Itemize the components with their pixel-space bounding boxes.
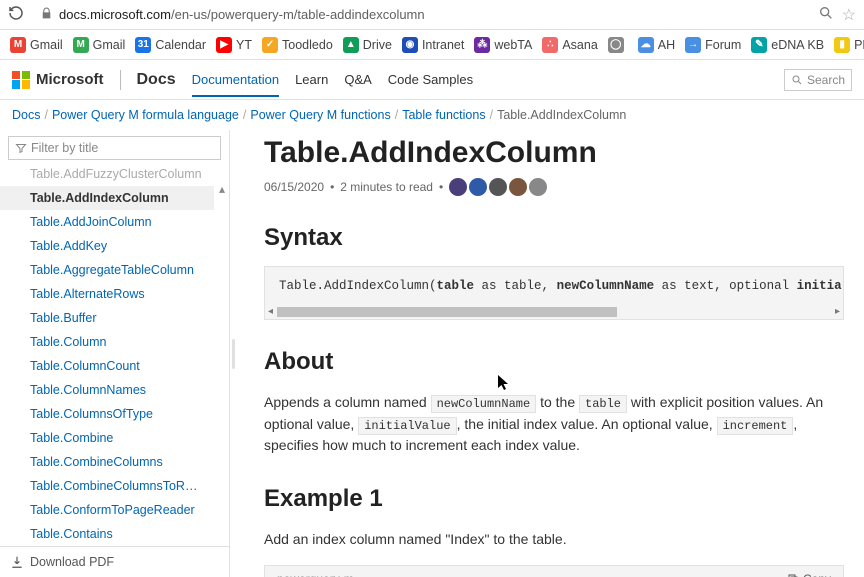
browser-toolbar: docs.microsoft.com/en-us/powerquery-m/ta…: [0, 0, 864, 30]
nav-link[interactable]: Code Samples: [388, 72, 473, 87]
bookmark-item[interactable]: ☁AH: [638, 37, 675, 53]
sidebar-item[interactable]: Table.AggregateTableColumn: [0, 258, 214, 282]
bookmark-item[interactable]: MGmail: [73, 37, 126, 53]
reload-icon[interactable]: [8, 5, 24, 24]
docs-label[interactable]: Docs: [137, 71, 176, 89]
bookmark-item[interactable]: ✎eDNA KB: [751, 37, 824, 53]
avatar[interactable]: [469, 178, 487, 196]
divider: [120, 70, 121, 90]
url-text: docs.microsoft.com/en-us/powerquery-m/ta…: [59, 7, 425, 22]
bookmark-item[interactable]: →Forum: [685, 37, 741, 53]
copy-button[interactable]: Copy: [787, 572, 831, 577]
sidebar-item[interactable]: Table.Contains: [0, 522, 214, 546]
bookmark-item[interactable]: ▲Drive: [343, 37, 392, 53]
avatar[interactable]: [529, 178, 547, 196]
address-bar[interactable]: docs.microsoft.com/en-us/powerquery-m/ta…: [32, 4, 810, 26]
bookmark-item[interactable]: MGmail: [10, 37, 63, 53]
nav-link[interactable]: Learn: [295, 72, 328, 87]
sidebar-item[interactable]: Table.AddKey: [0, 234, 214, 258]
nav-link[interactable]: Documentation: [192, 72, 279, 97]
bookmark-item[interactable]: ✓Toodledo: [262, 37, 333, 53]
article-content: Table.AddIndexColumn 06/15/2020 • 2 minu…: [236, 130, 864, 577]
sidebar-item[interactable]: Table.CombineColumns: [0, 450, 214, 474]
sidebar-item[interactable]: Table.Combine: [0, 426, 214, 450]
contributors[interactable]: [449, 178, 547, 196]
page-title: Table.AddIndexColumn: [264, 136, 844, 170]
syntax-code-block: Table.AddIndexColumn(table as table, new…: [264, 266, 844, 320]
breadcrumb-link[interactable]: Table functions: [402, 108, 485, 122]
sidebar-item[interactable]: Table.ColumnNames: [0, 378, 214, 402]
sidebar-item[interactable]: Table.AlternateRows: [0, 282, 214, 306]
scrollbar-thumb[interactable]: [277, 307, 617, 317]
breadcrumb-link[interactable]: Power Query M formula language: [52, 108, 239, 122]
avatar[interactable]: [509, 178, 527, 196]
lock-icon: [40, 7, 53, 23]
breadcrumb-link[interactable]: Docs: [12, 108, 40, 122]
breadcrumb-current: Table.AddIndexColumn: [497, 108, 626, 122]
bookmark-item[interactable]: ⁂webTA: [474, 37, 532, 53]
sidebar-item[interactable]: Table.ColumnCount: [0, 354, 214, 378]
bookmark-item[interactable]: ▶YT: [216, 37, 252, 53]
ms-brand-text: Microsoft: [36, 71, 104, 88]
sidebar-item[interactable]: Table.Buffer: [0, 306, 214, 330]
avatar[interactable]: [489, 178, 507, 196]
ms-logo[interactable]: Microsoft: [12, 71, 104, 89]
example1-code-block: powerquery-m Copy Table.AddIndexColumn( …: [264, 565, 844, 577]
sidebar-item[interactable]: Table.AddJoinColumn: [0, 210, 214, 234]
bookmark-item[interactable]: ▮PBI: [834, 37, 864, 53]
ms-logo-icon: [12, 71, 30, 89]
header-search[interactable]: Search: [784, 69, 852, 91]
bookmark-item[interactable]: ◯: [608, 37, 628, 53]
breadcrumb-link[interactable]: Power Query M functions: [250, 108, 390, 122]
sidebar-item[interactable]: Table.ColumnsOfType: [0, 402, 214, 426]
bookmark-item[interactable]: ◉Intranet: [402, 37, 464, 53]
nav-list[interactable]: Table.AddFuzzyClusterColumn ▴ Table.AddI…: [0, 166, 229, 546]
sidebar-item[interactable]: Table.Column: [0, 330, 214, 354]
avatar[interactable]: [449, 178, 467, 196]
syntax-code[interactable]: Table.AddIndexColumn(table as table, new…: [265, 267, 843, 305]
heading-example1: Example 1: [264, 485, 844, 513]
sidebar-item[interactable]: Table.AddFuzzyClusterColumn: [0, 166, 214, 186]
breadcrumb: Docs/Power Query M formula language/Powe…: [0, 100, 864, 130]
heading-syntax: Syntax: [264, 224, 844, 252]
filter-input[interactable]: Filter by title: [8, 136, 221, 160]
nav-link[interactable]: Q&A: [344, 72, 371, 87]
ms-header: Microsoft Docs Documentation Learn Q&A Code…: [0, 60, 864, 100]
sidebar-item[interactable]: Table.AddIndexColumn: [0, 186, 214, 210]
bookmark-item[interactable]: ∴Asana: [542, 37, 597, 53]
bookmarks-bar: MGmail MGmail 31Calendar ▶YT ✓Toodledo ▲Drive…: [0, 30, 864, 60]
search-icon[interactable]: [818, 5, 834, 24]
code-language-label: powerquery-m: [277, 572, 354, 577]
sidebar-item[interactable]: Table.CombineColumnsToRecord: [0, 474, 214, 498]
code-scrollbar[interactable]: ◂ ▸: [265, 305, 843, 319]
sidebar: Filter by title Table.AddFuzzyClusterCol…: [0, 130, 230, 577]
download-pdf-button[interactable]: Download PDF: [0, 546, 229, 577]
scroll-up-icon[interactable]: ▴: [219, 182, 225, 196]
article-meta: 06/15/2020 • 2 minutes to read •: [264, 178, 844, 196]
sidebar-item[interactable]: Table.ConformToPageReader: [0, 498, 214, 522]
heading-about: About: [264, 348, 844, 376]
star-icon[interactable]: ☆: [842, 5, 856, 25]
ms-nav: DocumentationLearnQ&ACode Samples: [192, 72, 473, 87]
example1-desc: Add an index column named "Index" to the…: [264, 529, 844, 551]
bookmark-item[interactable]: 31Calendar: [135, 37, 206, 53]
about-paragraph: Appends a column named newColumnName to …: [264, 392, 844, 457]
